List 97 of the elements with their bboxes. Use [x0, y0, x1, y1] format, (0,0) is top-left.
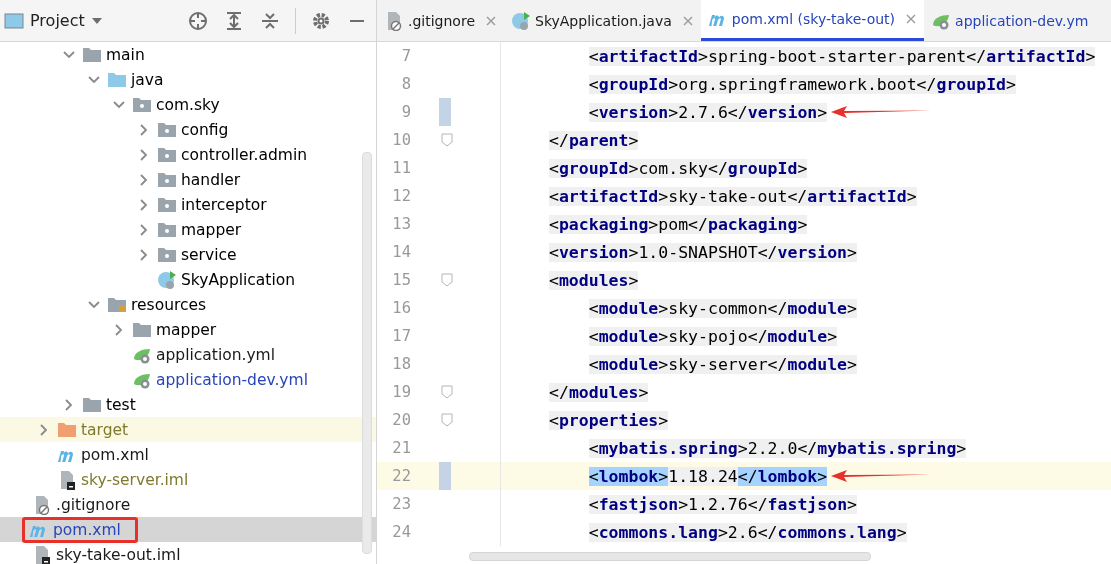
- editor-tab[interactable]: SkyApplication.java: [504, 0, 701, 41]
- tree-row[interactable]: .gitignore: [0, 492, 376, 517]
- code-line: <module>sky-pojo</module>: [587, 326, 838, 346]
- line-number: 24: [391, 523, 411, 541]
- tree-item-label[interactable]: application.yml: [156, 345, 275, 364]
- tree-row[interactable]: java: [0, 67, 376, 92]
- tree-row[interactable]: main: [0, 42, 376, 67]
- code-line: <version>2.7.6</version>: [587, 102, 828, 122]
- code-line: <groupId>org.springframework.boot</groupId>: [587, 74, 1016, 94]
- tree-row[interactable]: config: [0, 117, 376, 142]
- code-line: <artifactId>spring-boot-starter-parent</artifactId>: [587, 46, 1096, 66]
- tree-row[interactable]: application-dev.yml: [0, 367, 376, 392]
- spring-class-icon: [511, 10, 531, 31]
- tab-label[interactable]: .gitignore: [408, 12, 475, 29]
- tree-row[interactable]: handler: [0, 167, 376, 192]
- tree-item-label[interactable]: interceptor: [181, 195, 267, 214]
- line-number: 18: [391, 355, 411, 373]
- line-number: 15: [391, 271, 411, 289]
- code-line: <version>1.0-SNAPSHOT</version>: [548, 242, 857, 262]
- locate-target-icon[interactable]: [187, 9, 209, 32]
- tree-item-label[interactable]: test: [106, 395, 136, 414]
- code-line: <groupId>com.sky</groupId>: [548, 158, 808, 178]
- tree-item-label[interactable]: resources: [131, 295, 207, 314]
- code-line: <artifactId>sky-take-out</artifactId>: [548, 186, 917, 206]
- editor-tab[interactable]: pom.xml (sky-take-out): [700, 0, 925, 41]
- code-line: <fastjson>1.2.76</fastjson>: [587, 494, 857, 514]
- code-line: <commons.lang>2.6</commons.lang>: [587, 522, 907, 542]
- scrollbar[interactable]: [362, 152, 372, 554]
- tree-item-label[interactable]: sky-server.iml: [81, 470, 189, 489]
- tree-item-label[interactable]: mapper: [181, 220, 242, 239]
- tree-row[interactable]: com.sky: [0, 92, 376, 117]
- tree-row[interactable]: service: [0, 242, 376, 267]
- tree-row[interactable]: mapper: [0, 317, 376, 342]
- tree-item-label[interactable]: pom.xml: [53, 520, 121, 539]
- editor-tab[interactable]: application-dev.ym: [924, 0, 1096, 41]
- tree-item-label[interactable]: com.sky: [156, 95, 220, 114]
- tree-item-label[interactable]: target: [81, 420, 129, 439]
- tree-item-label[interactable]: service: [181, 245, 237, 264]
- line-number: 8: [400, 75, 411, 93]
- tree-row[interactable]: pom.xml: [0, 442, 376, 467]
- tree-row[interactable]: sky-take-out.iml: [0, 542, 376, 564]
- tree-item-label[interactable]: pom.xml: [81, 445, 149, 464]
- editor-tab[interactable]: .gitignore: [377, 0, 504, 41]
- line-number: 12: [391, 187, 411, 205]
- tree-row[interactable]: target: [0, 417, 376, 442]
- tree-item-label[interactable]: config: [181, 120, 229, 139]
- line-number: 17: [391, 327, 411, 345]
- tree-item-label[interactable]: controller.admin: [181, 145, 307, 164]
- scrollbar[interactable]: [469, 552, 871, 561]
- close-icon[interactable]: [485, 14, 497, 27]
- code-line: <lombok>1.18.24</lombok>: [587, 466, 828, 486]
- tree-item-label[interactable]: main: [106, 45, 145, 64]
- tree-item-label[interactable]: java: [131, 70, 164, 89]
- tree-item-label[interactable]: handler: [181, 170, 241, 189]
- fold-marker-icon[interactable]: [440, 133, 454, 147]
- line-number: 16: [391, 299, 411, 317]
- line-number: 20: [391, 411, 411, 429]
- dropdown-caret-icon[interactable]: [90, 15, 103, 26]
- project-window-icon: [4, 10, 24, 31]
- line-number: 13: [391, 215, 411, 233]
- code-line: <mybatis.spring>2.2.0</mybatis.spring>: [587, 438, 967, 458]
- code-line: <module>sky-common</module>: [587, 298, 857, 318]
- line-number: 23: [391, 495, 411, 513]
- line-number: 22: [391, 467, 411, 485]
- line-number: 19: [391, 383, 411, 401]
- panel-title[interactable]: Project: [30, 11, 85, 30]
- tree-row[interactable]: controller.admin: [0, 142, 376, 167]
- tree-row[interactable]: application.yml: [0, 342, 376, 367]
- close-icon[interactable]: [681, 14, 694, 27]
- spring-class-icon: [157, 269, 177, 290]
- tree-row[interactable]: pom.xml: [0, 517, 376, 542]
- line-number: 7: [400, 47, 411, 65]
- line-number: 9: [400, 103, 411, 121]
- tree-row[interactable]: interceptor: [0, 192, 376, 217]
- tree-row[interactable]: SkyApplication: [0, 267, 376, 292]
- tree-item-label[interactable]: application-dev.yml: [156, 370, 308, 389]
- tab-label[interactable]: application-dev.ym: [955, 12, 1089, 29]
- tree-row[interactable]: resources: [0, 292, 376, 317]
- fold-marker-icon[interactable]: [440, 385, 454, 399]
- line-number: 21: [391, 439, 411, 457]
- tree-item-label[interactable]: sky-take-out.iml: [56, 545, 181, 564]
- tree-row[interactable]: test: [0, 392, 376, 417]
- close-icon[interactable]: [905, 13, 918, 25]
- fold-marker-icon[interactable]: [440, 273, 454, 287]
- tree-row[interactable]: mapper: [0, 217, 376, 242]
- tree-item-label[interactable]: .gitignore: [56, 495, 131, 514]
- code-line: <packaging>pom</packaging>: [548, 214, 808, 234]
- line-number: 10: [391, 131, 411, 149]
- code-line: <module>sky-server</module>: [587, 354, 857, 374]
- tree-row[interactable]: sky-server.iml: [0, 467, 376, 492]
- tree-item-label[interactable]: SkyApplication: [181, 270, 296, 289]
- line-number: 11: [391, 159, 411, 177]
- tab-label[interactable]: SkyApplication.java: [535, 12, 672, 29]
- line-number: 14: [391, 243, 411, 261]
- fold-marker-icon[interactable]: [440, 413, 454, 427]
- tree-item-label[interactable]: mapper: [156, 320, 217, 339]
- tab-label[interactable]: pom.xml (sky-take-out): [731, 11, 896, 27]
